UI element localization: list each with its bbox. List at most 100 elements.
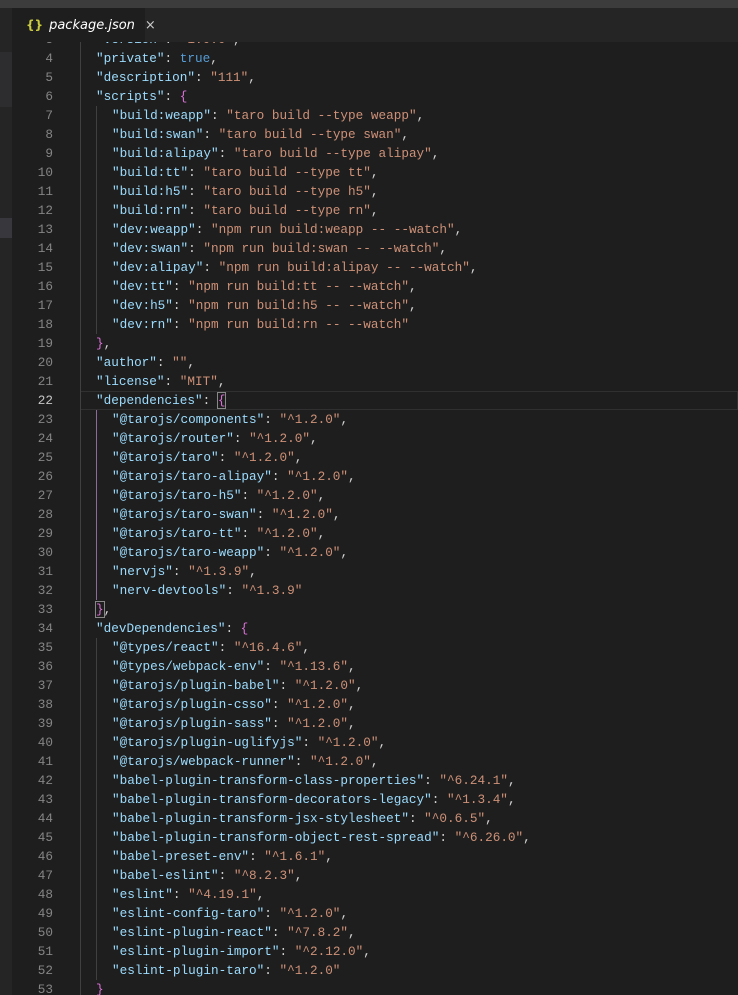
- line-number: 32: [37, 583, 53, 598]
- code-line[interactable]: 28 "@tarojs/taro-swan": "^1.2.0",: [12, 505, 738, 524]
- code-line[interactable]: 53}: [12, 980, 738, 995]
- token-punc: :: [271, 697, 288, 712]
- code-line[interactable]: 36 "@types/webpack-env": "^1.13.6",: [12, 657, 738, 676]
- token-brace1: }: [96, 336, 104, 351]
- code-line[interactable]: 13 "dev:weapp": "npm run build:weapp -- -…: [12, 220, 738, 239]
- code-line[interactable]: 37 "@tarojs/plugin-babel": "^1.2.0",: [12, 676, 738, 695]
- code-line[interactable]: 43 "babel-plugin-transform-decorators-leg…: [12, 790, 738, 809]
- token-str: "^4.19.1": [188, 887, 257, 902]
- token-punc: :: [264, 906, 280, 921]
- code-line[interactable]: 52 "eslint-plugin-taro": "^1.2.0": [12, 961, 738, 980]
- token-punc: ,: [103, 336, 112, 351]
- code-line[interactable]: 9 "build:alipay": "taro build --type alip…: [12, 144, 738, 163]
- code-line[interactable]: 23 "@tarojs/components": "^1.2.0",: [12, 410, 738, 429]
- line-number: 41: [37, 754, 53, 769]
- code-line[interactable]: 16 "dev:tt": "npm run build:tt -- --watch…: [12, 277, 738, 296]
- code-line[interactable]: 40 "@tarojs/plugin-uglifyjs": "^1.2.0",: [12, 733, 738, 752]
- code-text: "@types/react": "^16.4.6",: [112, 638, 310, 657]
- token-punc: :: [203, 260, 219, 275]
- code-line[interactable]: 20 "author": "",: [12, 353, 738, 372]
- code-line[interactable]: 50 "eslint-plugin-react": "^7.8.2",: [12, 923, 738, 942]
- token-punc: :: [172, 279, 189, 294]
- line-number: 23: [37, 412, 53, 427]
- code-text: "dev:h5": "npm run build:h5 -- --watch",: [112, 296, 417, 315]
- line-number: 24: [37, 431, 53, 446]
- code-line[interactable]: 33},: [12, 600, 738, 619]
- token-str: "^0.6.5": [424, 811, 486, 826]
- code-line[interactable]: 31 "nervjs": "^1.3.9",: [12, 562, 738, 581]
- code-line[interactable]: 18 "dev:rn": "npm run build:rn -- --watch…: [12, 315, 738, 334]
- token-punc: :: [165, 42, 180, 47]
- indent-guide: [80, 467, 81, 486]
- code-text: "description": "111",: [96, 68, 256, 87]
- code-line[interactable]: 27 "@tarojs/taro-h5": "^1.2.0",: [12, 486, 738, 505]
- token-punc: :: [233, 431, 250, 446]
- indent-guide: [80, 942, 81, 961]
- token-str: "npm run build:tt -- --watch": [188, 279, 409, 294]
- code-line[interactable]: 45 "babel-plugin-transform-object-rest-sp…: [12, 828, 738, 847]
- code-text: "@tarojs/taro-tt": "^1.2.0",: [112, 524, 325, 543]
- close-icon[interactable]: ×: [145, 18, 156, 33]
- line-number: 45: [37, 830, 53, 845]
- code-line[interactable]: 24 "@tarojs/router": "^1.2.0",: [12, 429, 738, 448]
- line-number: 13: [37, 222, 53, 237]
- code-line[interactable]: 34 "devDependencies": {: [12, 619, 738, 638]
- code-line[interactable]: 10 "build:tt": "taro build --type tt",: [12, 163, 738, 182]
- token-str: "npm run build:alipay -- --watch": [218, 260, 470, 275]
- line-number: 39: [37, 716, 53, 731]
- token-punc: ,: [348, 659, 356, 674]
- code-line[interactable]: 14 "dev:swan": "npm run build:swan -- --w…: [12, 239, 738, 258]
- token-str: "^1.3.9": [188, 564, 250, 579]
- token-punc: ,: [523, 830, 531, 845]
- code-text: "@tarojs/taro": "^1.2.0",: [112, 448, 302, 467]
- indent-guide: [96, 505, 97, 524]
- line-number: 35: [37, 640, 53, 655]
- token-punc: ,: [454, 222, 463, 237]
- code-line[interactable]: 3 "version": "1.0.0",: [12, 42, 738, 49]
- code-line[interactable]: 22 "dependencies": {: [12, 391, 738, 410]
- token-punc: :: [424, 773, 440, 788]
- indent-guide: [96, 562, 97, 581]
- code-line[interactable]: 35 "@types/react": "^16.4.6",: [12, 638, 738, 657]
- tab-package-json[interactable]: {} package.json ×: [12, 8, 156, 42]
- code-line[interactable]: 32 "nerv-devtools": "^1.3.9": [12, 581, 738, 600]
- code-line[interactable]: 26 "@tarojs/taro-alipay": "^1.2.0",: [12, 467, 738, 486]
- token-punc: :: [264, 412, 280, 427]
- code-line[interactable]: 38 "@tarojs/plugin-csso": "^1.2.0",: [12, 695, 738, 714]
- indent-guide: [96, 790, 97, 809]
- code-line[interactable]: 44 "babel-plugin-transform-jsx-stylesheet…: [12, 809, 738, 828]
- code-line[interactable]: 4 "private": true,: [12, 49, 738, 68]
- code-line[interactable]: 19},: [12, 334, 738, 353]
- code-line[interactable]: 8 "build:swan": "taro build --type swan",: [12, 125, 738, 144]
- code-line[interactable]: 47 "babel-eslint": "^8.2.3",: [12, 866, 738, 885]
- code-line[interactable]: 46 "babel-preset-env": "^1.6.1",: [12, 847, 738, 866]
- indent-guide: [96, 752, 97, 771]
- token-key: "description": [96, 70, 195, 85]
- code-line[interactable]: 30 "@tarojs/taro-weapp": "^1.2.0",: [12, 543, 738, 562]
- code-line[interactable]: 15 "dev:alipay": "npm run build:alipay --…: [12, 258, 738, 277]
- code-line[interactable]: 51 "eslint-plugin-import": "^2.12.0",: [12, 942, 738, 961]
- code-line[interactable]: 41 "@tarojs/webpack-runner": "^1.2.0",: [12, 752, 738, 771]
- code-line[interactable]: 7 "build:weapp": "taro build --type weapp…: [12, 106, 738, 125]
- code-text: "author": "",: [96, 353, 195, 372]
- code-line[interactable]: 21 "license": "MIT",: [12, 372, 738, 391]
- code-line[interactable]: 12 "build:rn": "taro build --type rn",: [12, 201, 738, 220]
- code-line[interactable]: 39 "@tarojs/plugin-sass": "^1.2.0",: [12, 714, 738, 733]
- code-line[interactable]: 48 "eslint": "^4.19.1",: [12, 885, 738, 904]
- indent-guide: [80, 391, 81, 410]
- code-line[interactable]: 5 "description": "111",: [12, 68, 738, 87]
- token-punc: ,: [507, 773, 516, 788]
- code-line[interactable]: 25 "@tarojs/taro": "^1.2.0",: [12, 448, 738, 467]
- code-line[interactable]: 11 "build:h5": "taro build --type h5",: [12, 182, 738, 201]
- code-line[interactable]: 6 "scripts": {: [12, 87, 738, 106]
- token-punc: ,: [309, 431, 318, 446]
- code-lines: 3 "version": "1.0.0", 4 "private": true, 5 "d…: [12, 42, 738, 995]
- indent-guide: [96, 182, 97, 201]
- token-punc: ,: [217, 374, 226, 389]
- code-line[interactable]: 49 "eslint-config-taro": "^1.2.0",: [12, 904, 738, 923]
- code-line[interactable]: 42 "babel-plugin-transform-class-properti…: [12, 771, 738, 790]
- code-line[interactable]: 17 "dev:h5": "npm run build:h5 -- --watch…: [12, 296, 738, 315]
- code-line[interactable]: 29 "@tarojs/taro-tt": "^1.2.0",: [12, 524, 738, 543]
- code-editor[interactable]: 3 "version": "1.0.0", 4 "private": true, 5 "d…: [12, 42, 738, 995]
- token-punc: ,: [370, 203, 379, 218]
